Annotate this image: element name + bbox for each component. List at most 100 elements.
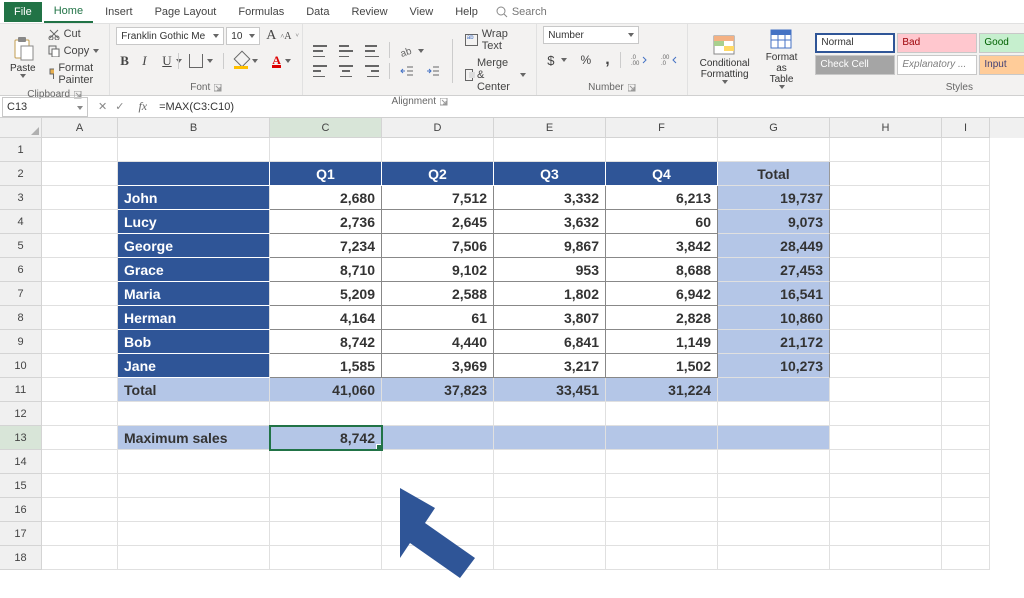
cell[interactable]: 10,273: [718, 354, 830, 378]
cell[interactable]: [942, 186, 990, 210]
cell[interactable]: [718, 474, 830, 498]
cell[interactable]: [606, 474, 718, 498]
copy-button[interactable]: Copy: [44, 43, 104, 59]
cell[interactable]: [830, 450, 942, 474]
cell[interactable]: [830, 306, 942, 330]
row-header[interactable]: 11: [0, 378, 42, 402]
cell[interactable]: [494, 498, 606, 522]
cell[interactable]: 2,680: [270, 186, 382, 210]
fx-icon[interactable]: fx: [132, 99, 153, 114]
cell[interactable]: [118, 498, 270, 522]
cell[interactable]: 8,688: [606, 258, 718, 282]
cell[interactable]: 41,060: [270, 378, 382, 402]
cell[interactable]: [942, 354, 990, 378]
col-F[interactable]: F: [606, 118, 718, 138]
cell[interactable]: [494, 546, 606, 570]
cell[interactable]: [42, 162, 118, 186]
cell[interactable]: [118, 402, 270, 426]
format-painter-button[interactable]: Format Painter: [44, 60, 104, 88]
merge-center-button[interactable]: Merge & Center: [461, 55, 530, 95]
cell[interactable]: [830, 282, 942, 306]
col-I[interactable]: I: [942, 118, 990, 138]
cell[interactable]: [942, 282, 990, 306]
cell[interactable]: [718, 426, 830, 450]
select-all-corner[interactable]: [0, 118, 42, 138]
cell[interactable]: [42, 522, 118, 546]
row-header[interactable]: 15: [0, 474, 42, 498]
cell[interactable]: George: [118, 234, 270, 258]
decrease-decimal-button[interactable]: .00.0: [657, 52, 681, 68]
bold-button[interactable]: B: [116, 51, 132, 71]
cell[interactable]: [382, 426, 494, 450]
row-header[interactable]: 16: [0, 498, 42, 522]
cell[interactable]: [270, 474, 382, 498]
cell[interactable]: [118, 546, 270, 570]
cell[interactable]: [494, 474, 606, 498]
cell[interactable]: [382, 402, 494, 426]
wrap-text-button[interactable]: Wrap Text: [461, 26, 530, 54]
cell[interactable]: Lucy: [118, 210, 270, 234]
cell[interactable]: [830, 210, 942, 234]
cell[interactable]: 1,502: [606, 354, 718, 378]
cell[interactable]: 7,512: [382, 186, 494, 210]
cell[interactable]: [494, 450, 606, 474]
cell[interactable]: 21,172: [718, 330, 830, 354]
cell[interactable]: [606, 546, 718, 570]
cell[interactable]: [718, 522, 830, 546]
cell[interactable]: Grace: [118, 258, 270, 282]
cell[interactable]: [942, 498, 990, 522]
cell[interactable]: [830, 186, 942, 210]
cell[interactable]: 19,737: [718, 186, 830, 210]
cell[interactable]: [270, 450, 382, 474]
cell[interactable]: [42, 426, 118, 450]
cell[interactable]: Total: [118, 378, 270, 402]
cell[interactable]: [270, 402, 382, 426]
cell[interactable]: 2,736: [270, 210, 382, 234]
border-button[interactable]: [185, 52, 217, 70]
align-bottom-button[interactable]: [361, 42, 383, 60]
cell[interactable]: 3,332: [494, 186, 606, 210]
cell[interactable]: [42, 138, 118, 162]
cell[interactable]: [942, 378, 990, 402]
font-name-select[interactable]: Franklin Gothic Me: [116, 27, 224, 45]
style-bad[interactable]: Bad: [897, 33, 977, 53]
cell[interactable]: [42, 354, 118, 378]
cell[interactable]: [830, 402, 942, 426]
cell[interactable]: [270, 522, 382, 546]
align-center-button[interactable]: [335, 63, 357, 79]
menu-formulas[interactable]: Formulas: [228, 2, 294, 22]
cell[interactable]: [606, 498, 718, 522]
cell[interactable]: [494, 402, 606, 426]
cell[interactable]: [830, 234, 942, 258]
cell[interactable]: [942, 306, 990, 330]
col-C[interactable]: C: [270, 118, 382, 138]
cell[interactable]: [494, 426, 606, 450]
style-good[interactable]: Good: [979, 33, 1024, 53]
cell[interactable]: 4,164: [270, 306, 382, 330]
cell[interactable]: [270, 546, 382, 570]
decrease-indent-button[interactable]: [396, 63, 418, 79]
align-right-button[interactable]: [361, 63, 383, 79]
fill-color-button[interactable]: [230, 53, 262, 69]
col-D[interactable]: D: [382, 118, 494, 138]
cell[interactable]: 37,823: [382, 378, 494, 402]
menu-page-layout[interactable]: Page Layout: [145, 2, 227, 22]
cell[interactable]: [270, 498, 382, 522]
cell[interactable]: 33,451: [494, 378, 606, 402]
cell[interactable]: 3,842: [606, 234, 718, 258]
row-header[interactable]: 9: [0, 330, 42, 354]
cell[interactable]: 10,860: [718, 306, 830, 330]
cell[interactable]: 3,632: [494, 210, 606, 234]
cell[interactable]: [382, 522, 494, 546]
style-normal[interactable]: Normal: [815, 33, 895, 53]
cell[interactable]: Q1: [270, 162, 382, 186]
cell[interactable]: [606, 522, 718, 546]
cell[interactable]: [606, 402, 718, 426]
cell[interactable]: [42, 378, 118, 402]
cell[interactable]: [942, 162, 990, 186]
col-H[interactable]: H: [830, 118, 942, 138]
cell[interactable]: 27,453: [718, 258, 830, 282]
cell[interactable]: [942, 522, 990, 546]
cell[interactable]: 3,969: [382, 354, 494, 378]
cell[interactable]: [830, 138, 942, 162]
